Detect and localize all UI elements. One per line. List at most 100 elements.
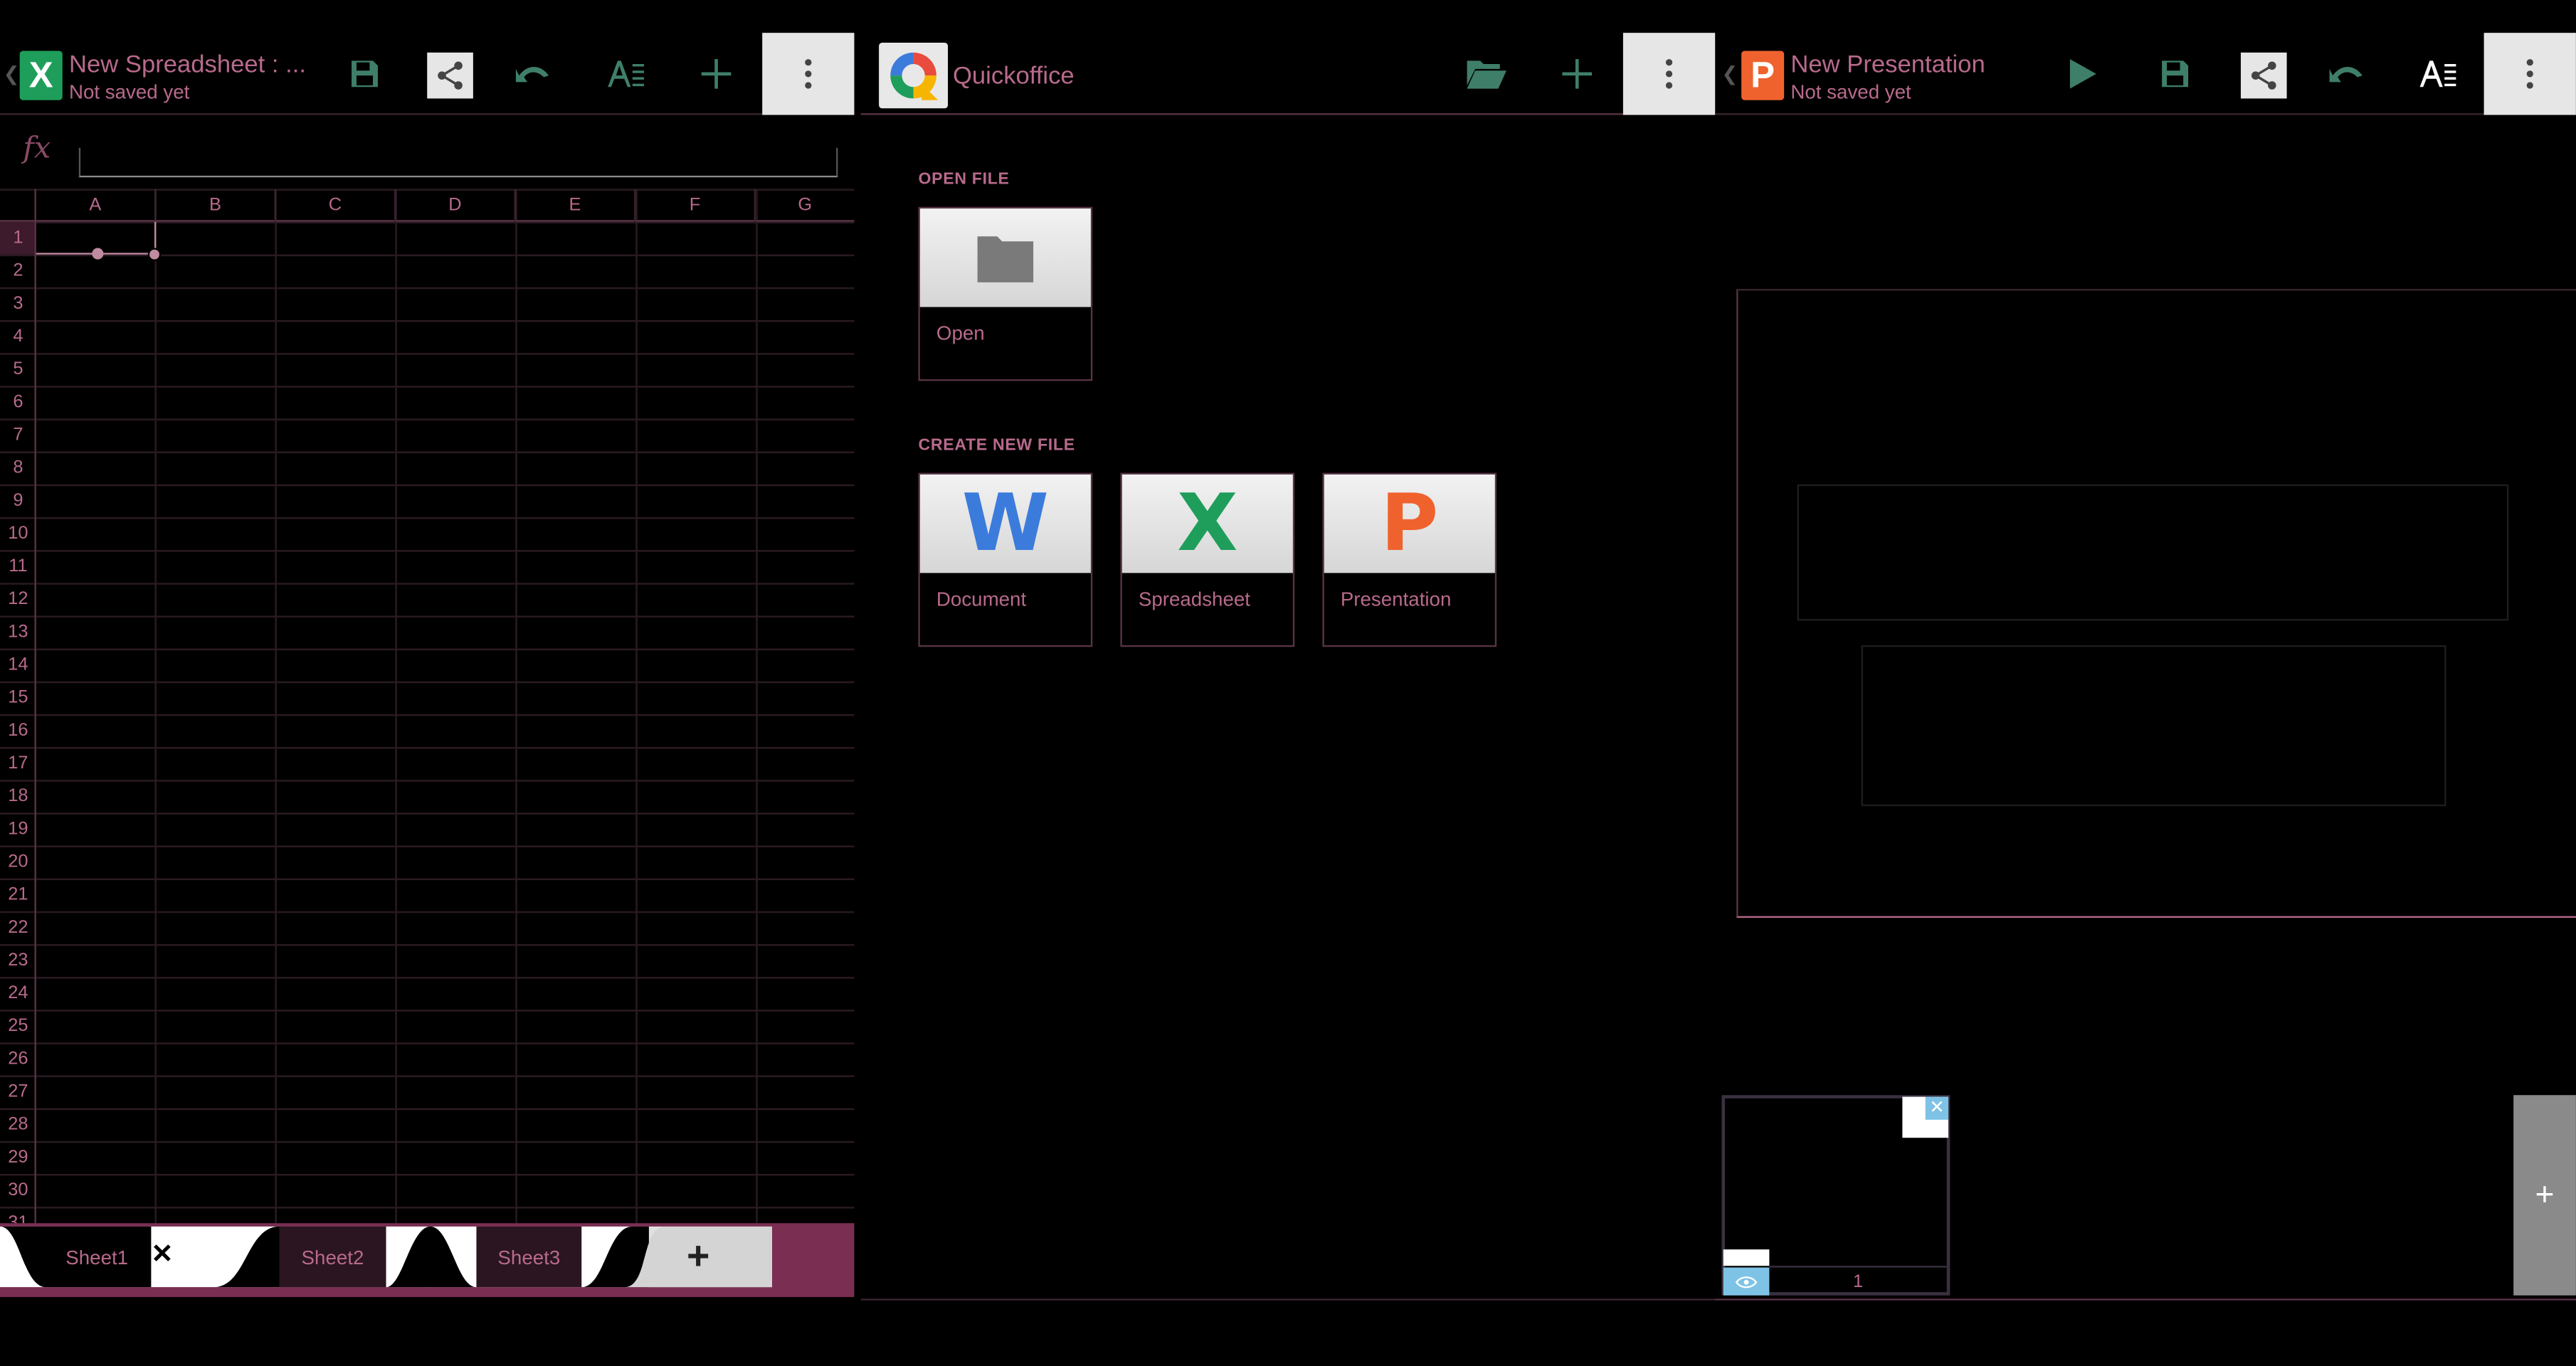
column-header-d[interactable]: D bbox=[396, 189, 516, 222]
row-header[interactable]: 26 bbox=[0, 1042, 34, 1075]
column-header-c[interactable]: C bbox=[276, 189, 396, 222]
sheet-tab-sheet3[interactable]: Sheet3 bbox=[476, 1227, 581, 1287]
back-chevron-icon[interactable]: ❮ bbox=[4, 63, 20, 85]
row-header[interactable]: 11 bbox=[0, 550, 34, 583]
text-format-button[interactable] bbox=[2392, 33, 2483, 115]
create-presentation-card[interactable]: P Presentation bbox=[1322, 472, 1497, 647]
row-header[interactable]: 9 bbox=[0, 485, 34, 517]
presentation-p-icon: P bbox=[1381, 477, 1439, 570]
overflow-menu-icon bbox=[1665, 59, 1673, 89]
undo-icon bbox=[515, 67, 549, 83]
slide-title-placeholder[interactable] bbox=[1797, 484, 2509, 621]
column-header-a[interactable]: A bbox=[36, 189, 157, 222]
play-icon bbox=[2069, 59, 2096, 89]
spreadsheet-card-label: Spreadsheet bbox=[1138, 588, 1250, 611]
undo-icon bbox=[2329, 67, 2363, 83]
column-header-e[interactable]: E bbox=[516, 189, 636, 222]
selection-handle-icon[interactable] bbox=[147, 248, 162, 261]
overflow-menu-icon bbox=[2526, 59, 2533, 89]
row-header[interactable]: 1 bbox=[0, 221, 35, 255]
selection-handle-icon[interactable] bbox=[92, 248, 104, 260]
text-format-icon bbox=[608, 60, 644, 88]
share-button[interactable] bbox=[2240, 52, 2287, 99]
row-header[interactable]: 18 bbox=[0, 780, 34, 812]
row-header[interactable]: 27 bbox=[0, 1076, 34, 1108]
open-folder-button[interactable] bbox=[1441, 33, 1533, 115]
close-icon: ✕ bbox=[1925, 1096, 1948, 1120]
overflow-menu-button[interactable] bbox=[1622, 33, 1716, 115]
back-chevron-icon[interactable]: ❮ bbox=[1721, 63, 1738, 85]
spreadsheet-save-status: Not saved yet bbox=[68, 80, 190, 104]
sheet-tab-sheet1[interactable]: Sheet1 bbox=[46, 1227, 148, 1287]
row-header[interactable]: 22 bbox=[0, 911, 34, 944]
eye-icon bbox=[1735, 1276, 1758, 1288]
row-header[interactable]: 14 bbox=[0, 649, 34, 682]
spreadsheet-card-graphic: X bbox=[1121, 474, 1293, 573]
open-card-graphic bbox=[919, 208, 1091, 307]
spreadsheet-title[interactable]: New Spreadsheet : ... bbox=[69, 51, 306, 79]
save-icon bbox=[2162, 60, 2189, 88]
thumbnail-close-button[interactable]: ✕ bbox=[1902, 1096, 1948, 1138]
formula-input[interactable] bbox=[78, 147, 838, 178]
row-header[interactable]: 23 bbox=[0, 944, 34, 977]
undo-button[interactable] bbox=[488, 33, 580, 115]
row-header[interactable]: 17 bbox=[0, 747, 34, 780]
row-header[interactable]: 7 bbox=[0, 418, 34, 451]
overflow-menu-icon bbox=[805, 59, 812, 89]
row-header[interactable]: 10 bbox=[0, 517, 34, 550]
text-format-button[interactable] bbox=[580, 33, 672, 115]
row-header[interactable]: 15 bbox=[0, 682, 34, 714]
save-button[interactable] bbox=[319, 33, 411, 115]
row-header[interactable]: 8 bbox=[0, 452, 34, 485]
sheet-tab-sheet2[interactable]: Sheet2 bbox=[279, 1227, 386, 1287]
row-header[interactable]: 6 bbox=[0, 386, 34, 418]
row-header[interactable]: 5 bbox=[0, 353, 34, 386]
presentation-title[interactable]: New Presentation bbox=[1790, 51, 1985, 79]
create-spreadsheet-card[interactable]: X Spreadsheet bbox=[1120, 472, 1295, 647]
corner-cell[interactable] bbox=[0, 189, 36, 222]
close-sheet-icon[interactable]: ✕ bbox=[151, 1238, 173, 1271]
row-header[interactable]: 2 bbox=[0, 255, 34, 287]
thumbnail-visibility-toggle[interactable] bbox=[1723, 1267, 1770, 1296]
spreadsheet-grid[interactable] bbox=[0, 189, 855, 1224]
undo-button[interactable] bbox=[2301, 33, 2393, 115]
row-header[interactable]: 25 bbox=[0, 1010, 34, 1042]
presentation-app-icon[interactable]: P bbox=[1741, 51, 1785, 100]
row-header[interactable]: 30 bbox=[0, 1174, 34, 1207]
pane-divider bbox=[854, 0, 861, 1301]
text-format-icon bbox=[2419, 60, 2456, 88]
column-header-g[interactable]: G bbox=[756, 189, 855, 221]
overflow-menu-button[interactable] bbox=[2483, 33, 2576, 115]
insert-button[interactable] bbox=[670, 33, 762, 115]
row-header[interactable]: 12 bbox=[0, 583, 34, 615]
add-sheet-button[interactable]: + bbox=[665, 1227, 731, 1287]
row-header[interactable]: 13 bbox=[0, 615, 34, 648]
spreadsheet-app-icon[interactable]: X bbox=[19, 51, 63, 100]
add-slide-button[interactable]: + bbox=[2513, 1095, 2576, 1296]
slide-subtitle-placeholder[interactable] bbox=[1861, 645, 2446, 807]
row-header[interactable]: 24 bbox=[0, 977, 34, 1010]
overflow-menu-button[interactable] bbox=[762, 33, 855, 115]
quickoffice-logo-icon[interactable] bbox=[879, 43, 949, 109]
row-header[interactable]: 21 bbox=[0, 879, 34, 911]
row-header[interactable]: 31 bbox=[0, 1207, 34, 1223]
row-header[interactable]: 4 bbox=[0, 320, 34, 353]
row-header[interactable]: 16 bbox=[0, 714, 34, 747]
create-document-card[interactable]: W Document bbox=[918, 472, 1093, 647]
share-button[interactable] bbox=[427, 52, 473, 99]
play-slideshow-button[interactable] bbox=[2037, 33, 2129, 115]
column-header-b[interactable]: B bbox=[156, 189, 276, 222]
spreadsheet-pane: ❮ X New Spreadsheet : ... Not saved yet … bbox=[0, 0, 855, 1301]
row-header[interactable]: 19 bbox=[0, 812, 34, 845]
row-header[interactable]: 20 bbox=[0, 845, 34, 878]
share-icon bbox=[438, 61, 463, 90]
row-header[interactable]: 29 bbox=[0, 1141, 34, 1174]
save-button[interactable] bbox=[2129, 33, 2221, 115]
function-icon[interactable]: fx bbox=[23, 132, 51, 166]
presentation-card-graphic: P bbox=[1324, 474, 1495, 573]
row-header[interactable]: 28 bbox=[0, 1108, 34, 1141]
new-file-button[interactable] bbox=[1531, 33, 1623, 115]
row-header[interactable]: 3 bbox=[0, 287, 34, 320]
column-header-f[interactable]: F bbox=[635, 189, 756, 222]
open-file-card[interactable]: Open bbox=[918, 206, 1093, 381]
